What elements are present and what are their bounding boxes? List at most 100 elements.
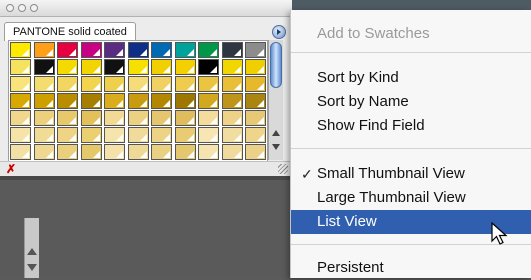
tab-pantone-solid-coated[interactable]: PANTONE solid coated: [4, 22, 136, 41]
menu-item-sort-by-kind[interactable]: Sort by Kind: [291, 66, 531, 90]
color-swatch[interactable]: [80, 144, 102, 160]
scroll-down-arrow-icon[interactable]: [272, 144, 280, 150]
color-swatch[interactable]: [174, 110, 196, 126]
color-swatch[interactable]: [104, 110, 125, 126]
color-swatch[interactable]: [33, 93, 55, 109]
color-swatch[interactable]: [151, 110, 172, 126]
color-swatch[interactable]: [151, 93, 172, 109]
color-swatch[interactable]: [151, 127, 172, 143]
color-swatch[interactable]: [245, 76, 266, 92]
color-swatch[interactable]: [57, 93, 78, 109]
color-swatch[interactable]: [10, 127, 31, 143]
color-swatch[interactable]: [57, 110, 78, 126]
color-swatch[interactable]: [80, 59, 102, 75]
color-swatch[interactable]: [245, 110, 266, 126]
color-swatch[interactable]: [80, 76, 102, 92]
color-swatch[interactable]: [10, 59, 31, 75]
color-swatch[interactable]: [57, 127, 78, 143]
color-swatch[interactable]: [221, 110, 243, 126]
color-swatch[interactable]: [33, 127, 55, 143]
color-swatch[interactable]: [151, 59, 172, 75]
color-swatch[interactable]: [174, 76, 196, 92]
color-swatch[interactable]: [104, 76, 125, 92]
color-swatch[interactable]: [80, 127, 102, 143]
color-swatch[interactable]: [104, 144, 125, 160]
color-swatch[interactable]: [174, 144, 196, 160]
color-swatch[interactable]: [104, 59, 125, 75]
color-swatch[interactable]: [57, 42, 78, 58]
color-swatch[interactable]: [127, 76, 149, 92]
menu-item-add-to-swatches: Add to Swatches: [291, 22, 531, 46]
menu-item-show-find-field[interactable]: Show Find Field: [291, 114, 531, 138]
color-swatch[interactable]: [221, 42, 243, 58]
color-swatch[interactable]: [127, 110, 149, 126]
background-scroll-down-icon: [27, 264, 37, 271]
menu-item-small-thumbnail-view[interactable]: ✓ Small Thumbnail View: [291, 162, 531, 186]
color-swatch[interactable]: [33, 59, 55, 75]
color-swatch[interactable]: [127, 42, 149, 58]
color-swatch[interactable]: [57, 59, 78, 75]
color-swatch[interactable]: [10, 110, 31, 126]
color-swatch[interactable]: [127, 144, 149, 160]
color-swatch[interactable]: [174, 93, 196, 109]
menu-item-sort-by-name[interactable]: Sort by Name: [291, 90, 531, 114]
no-color-icon[interactable]: ✗: [6, 162, 16, 176]
color-swatch[interactable]: [127, 59, 149, 75]
color-swatch[interactable]: [10, 42, 31, 58]
color-swatch[interactable]: [33, 110, 55, 126]
color-swatch[interactable]: [80, 93, 102, 109]
color-swatch[interactable]: [174, 59, 196, 75]
color-swatch[interactable]: [33, 42, 55, 58]
panel-titlebar[interactable]: [0, 0, 292, 17]
color-swatch[interactable]: [221, 59, 243, 75]
color-swatch[interactable]: [198, 93, 219, 109]
color-swatch[interactable]: [104, 93, 125, 109]
scroll-up-arrow-icon[interactable]: [272, 130, 280, 136]
color-swatch[interactable]: [127, 127, 149, 143]
color-swatch[interactable]: [57, 76, 78, 92]
menu-item-label: Small Thumbnail View: [317, 165, 465, 182]
color-swatch[interactable]: [33, 76, 55, 92]
menu-item-persistent[interactable]: Persistent: [291, 256, 531, 280]
color-swatch[interactable]: [151, 42, 172, 58]
swatch-scrollbar[interactable]: [268, 40, 283, 160]
color-swatch[interactable]: [221, 93, 243, 109]
color-swatch[interactable]: [198, 110, 219, 126]
menu-item-label: Large Thumbnail View: [317, 189, 466, 206]
color-swatch[interactable]: [221, 76, 243, 92]
resize-grip-icon[interactable]: [278, 164, 288, 174]
color-swatch[interactable]: [57, 144, 78, 160]
color-swatch[interactable]: [33, 144, 55, 160]
scrollbar-thumb[interactable]: [270, 42, 282, 88]
color-swatch[interactable]: [10, 144, 31, 160]
color-swatch[interactable]: [174, 127, 196, 143]
color-swatch[interactable]: [151, 76, 172, 92]
color-swatch[interactable]: [151, 144, 172, 160]
color-swatch[interactable]: [80, 42, 102, 58]
color-swatch[interactable]: [245, 42, 266, 58]
color-swatch[interactable]: [245, 59, 266, 75]
color-swatch[interactable]: [245, 93, 266, 109]
minimize-window-icon[interactable]: [18, 4, 26, 12]
color-swatch[interactable]: [221, 127, 243, 143]
close-window-icon[interactable]: [6, 4, 14, 12]
color-swatch[interactable]: [198, 59, 219, 75]
color-swatch[interactable]: [221, 144, 243, 160]
color-swatch[interactable]: [104, 42, 125, 58]
color-swatch[interactable]: [104, 127, 125, 143]
color-swatch[interactable]: [245, 144, 266, 160]
color-swatch[interactable]: [174, 42, 196, 58]
zoom-window-icon[interactable]: [30, 4, 38, 12]
color-swatch[interactable]: [10, 93, 31, 109]
menu-item-large-thumbnail-view[interactable]: Large Thumbnail View: [291, 186, 531, 210]
color-swatch[interactable]: [198, 76, 219, 92]
panel-options-menu-icon[interactable]: [272, 25, 286, 39]
menu-separator: [291, 52, 531, 53]
color-swatch[interactable]: [198, 42, 219, 58]
color-swatch[interactable]: [198, 127, 219, 143]
color-swatch[interactable]: [245, 127, 266, 143]
color-swatch[interactable]: [10, 76, 31, 92]
color-swatch[interactable]: [127, 93, 149, 109]
color-swatch[interactable]: [80, 110, 102, 126]
color-swatch[interactable]: [198, 144, 219, 160]
